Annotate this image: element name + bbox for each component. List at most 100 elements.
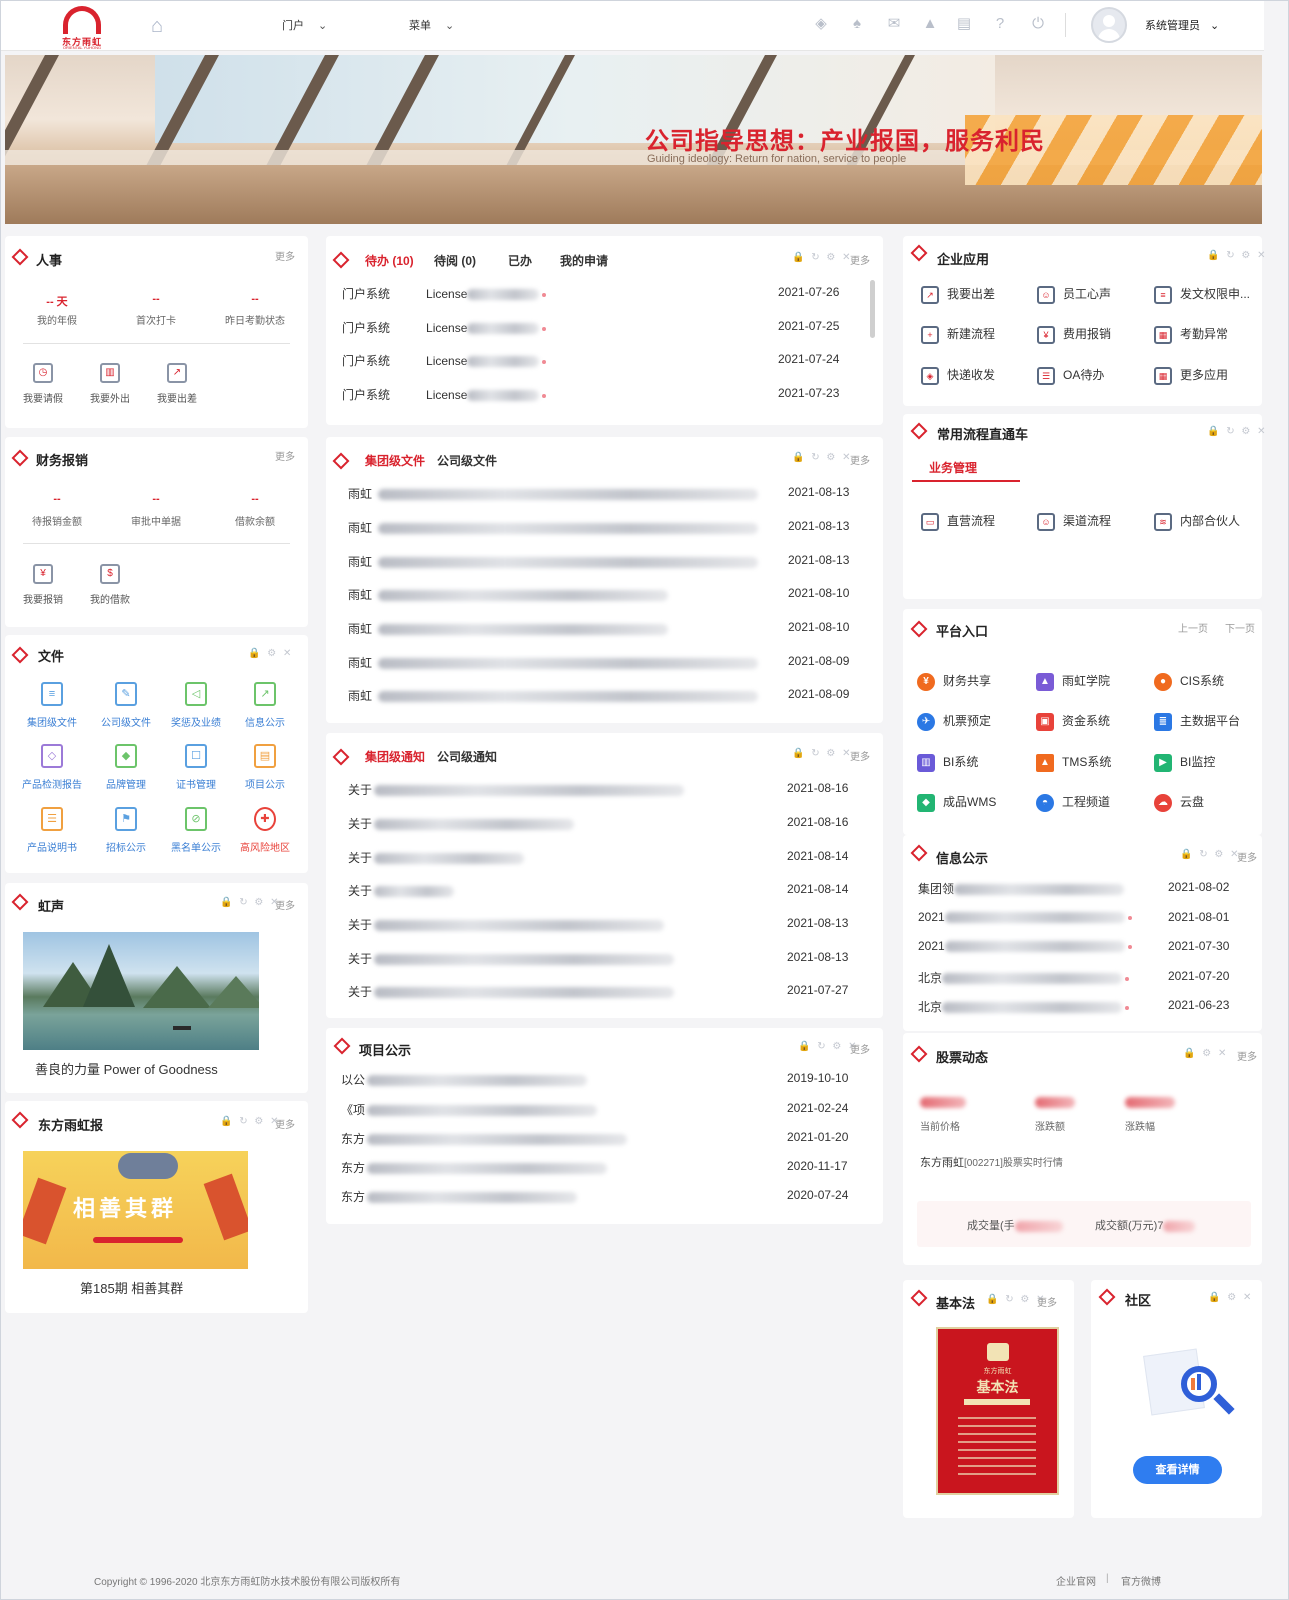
platform-engineering[interactable]: ◓ 工程频道 <box>1036 793 1110 812</box>
list-item[interactable]: 集团领 <box>918 880 1125 897</box>
file-info-public[interactable]: ↗ 信息公示 <box>234 682 296 729</box>
more-link[interactable]: 更多 <box>275 248 295 263</box>
list-item[interactable]: 雨虹 <box>348 553 759 570</box>
tab-business-management[interactable]: 业务管理 <box>929 459 977 476</box>
list-item[interactable]: 以公 <box>341 1071 588 1088</box>
more-link[interactable]: 更多 <box>850 748 870 763</box>
app-more[interactable]: ▦ 更多应用 <box>1154 366 1228 385</box>
footer-link-website[interactable]: 企业官网 <box>1056 1573 1096 1588</box>
more-link[interactable]: 更多 <box>275 897 295 912</box>
file-blacklist[interactable]: ⊘ 黑名单公示 <box>165 807 227 854</box>
my-loan-button[interactable]: $ 我的借款 <box>80 564 140 606</box>
hongsheng-caption[interactable]: 善良的力量 Power of Goodness <box>35 1059 218 1078</box>
tab-my-requests[interactable]: 我的申请 <box>560 252 608 269</box>
go-out-button[interactable]: ▥ 我要外出 <box>80 363 140 405</box>
doc-icon[interactable]: ▤ <box>955 15 973 33</box>
list-item[interactable]: 北京 <box>918 998 1130 1015</box>
shirt-icon[interactable]: ♠ <box>848 15 866 33</box>
app-employee-voice[interactable]: ☺ 员工心声 <box>1037 285 1111 304</box>
more-link[interactable]: 更多 <box>1237 849 1257 864</box>
platform-funds[interactable]: ▣ 资金系统 <box>1036 712 1110 731</box>
platform-bi[interactable]: ▥ BI系统 <box>917 753 978 772</box>
list-item[interactable]: 关于 <box>348 815 575 832</box>
list-item[interactable]: 《项 <box>341 1101 598 1118</box>
view-details-button[interactable]: 查看详情 <box>1133 1456 1222 1484</box>
list-item[interactable]: 2021 <box>918 939 1132 953</box>
hongsheng-image[interactable] <box>23 932 259 1050</box>
tab-group-notices[interactable]: 集团级通知 <box>365 748 425 765</box>
mail-icon[interactable]: ✉ <box>885 15 903 33</box>
platform-bi-monitor[interactable]: ▶ BI监控 <box>1154 753 1215 772</box>
file-brand[interactable]: ◆ 品牌管理 <box>95 744 157 791</box>
power-icon[interactable]: ⏻ <box>1029 15 1047 33</box>
list-item[interactable]: 雨虹 <box>348 654 759 671</box>
list-item[interactable]: 关于 <box>348 916 665 933</box>
list-item[interactable]: 关于 <box>348 849 525 866</box>
more-link[interactable]: 更多 <box>850 452 870 467</box>
tab-company-notices[interactable]: 公司级通知 <box>437 748 497 765</box>
next-page-button[interactable]: 下一页 <box>1225 620 1255 635</box>
more-link[interactable]: 更多 <box>850 1041 870 1056</box>
list-item[interactable]: 门户系统 License <box>342 285 547 302</box>
platform-master-data[interactable]: ≣ 主数据平台 <box>1154 712 1240 731</box>
app-new-flow[interactable]: + 新建流程 <box>921 325 995 344</box>
list-item[interactable]: 门户系统 License <box>342 386 547 403</box>
list-item[interactable]: 东方 <box>341 1159 608 1176</box>
file-manuals[interactable]: ☰ 产品说明书 <box>21 807 83 854</box>
help-icon[interactable]: ? <box>991 15 1009 33</box>
more-link[interactable]: 更多 <box>850 252 870 267</box>
list-item[interactable]: 雨虹 <box>348 687 759 704</box>
card-tools[interactable]: 🔒 ⚙ ✕ <box>1183 1048 1228 1059</box>
card-tools[interactable]: 🔒 ↻ ⚙ ✕ <box>220 1116 281 1127</box>
card-tools[interactable]: 🔒 ⚙ ✕ <box>248 648 293 659</box>
bell-icon[interactable]: ▲ <box>921 15 939 33</box>
app-oa-todo[interactable]: ☰ OA待办 <box>1037 366 1104 385</box>
app-express[interactable]: ◈ 快递收发 <box>921 366 995 385</box>
card-tools[interactable]: 🔒 ⚙ ✕ <box>1208 1292 1253 1303</box>
more-link[interactable]: 更多 <box>1037 1294 1057 1309</box>
newspaper-image[interactable]: 相善其群 <box>23 1151 248 1269</box>
user-menu[interactable]: 系统管理员 ⌄ <box>1145 17 1219 33</box>
more-link[interactable]: 更多 <box>275 1116 295 1131</box>
tab-to-read[interactable]: 待阅 (0) <box>434 252 476 269</box>
list-item[interactable]: 关于 <box>348 882 455 899</box>
app-expense[interactable]: ¥ 费用报销 <box>1037 325 1111 344</box>
file-rewards[interactable]: ◁ 奖惩及业绩 <box>165 682 227 729</box>
company-logo[interactable]: 东方雨虹 ORIENTAL YUHONG <box>59 6 105 50</box>
scrollbar[interactable] <box>870 280 875 338</box>
file-company-docs[interactable]: ✎ 公司级文件 <box>95 682 157 729</box>
list-item[interactable]: 关于 <box>348 983 675 1000</box>
business-trip-button[interactable]: ↗ 我要出差 <box>147 363 207 405</box>
card-tools[interactable]: 🔒 ↻ ⚙ ✕ <box>1207 250 1268 261</box>
card-tools[interactable]: 🔒 ↻ ⚙ ✕ <box>792 748 853 759</box>
list-item[interactable]: 东方 <box>341 1130 628 1147</box>
more-link[interactable]: 更多 <box>275 448 295 463</box>
file-high-risk[interactable]: ✚ 高风险地区 <box>234 807 296 854</box>
list-item[interactable]: 2021 <box>918 910 1132 924</box>
card-tools[interactable]: 🔒 ↻ ⚙ ✕ <box>792 252 853 263</box>
list-item[interactable]: 门户系统 License <box>342 319 547 336</box>
file-certificates[interactable]: ☐ 证书管理 <box>165 744 227 791</box>
nav-portal-menu[interactable]: 门户 ⌄ <box>282 17 327 33</box>
platform-wms[interactable]: ◆ 成品WMS <box>917 793 996 812</box>
list-item[interactable]: 关于 <box>348 950 675 967</box>
tab-todo[interactable]: 待办 (10) <box>365 252 414 269</box>
nav-menu-menu[interactable]: 菜单 ⌄ <box>409 17 454 33</box>
list-item[interactable]: 雨虹 <box>348 620 669 637</box>
file-projects[interactable]: ▤ 项目公示 <box>234 744 296 791</box>
file-group-docs[interactable]: ≡ 集团级文件 <box>21 682 83 729</box>
app-doc-permission[interactable]: ≡ 发文权限申... <box>1154 285 1250 304</box>
list-item[interactable]: 雨虹 <box>348 519 759 536</box>
file-test-reports[interactable]: ◇ 产品检测报告 <box>21 744 83 791</box>
list-item[interactable]: 雨虹 <box>348 586 669 603</box>
footer-link-weibo[interactable]: 官方微博 <box>1121 1573 1161 1588</box>
flow-partner[interactable]: ≋ 内部合伙人 <box>1154 512 1240 531</box>
app-attendance-exception[interactable]: ▦ 考勤异常 <box>1154 325 1228 344</box>
list-item[interactable]: 北京 <box>918 969 1130 986</box>
card-tools[interactable]: 🔒 ↻ ⚙ ✕ <box>1207 426 1268 437</box>
avatar[interactable] <box>1091 7 1127 43</box>
leave-request-button[interactable]: ◷ 我要请假 <box>13 363 73 405</box>
card-tools[interactable]: 🔒 ↻ ⚙ ✕ <box>1180 849 1241 860</box>
platform-tms[interactable]: ▲ TMS系统 <box>1036 753 1111 772</box>
newspaper-caption[interactable]: 第185期 相善其群 <box>80 1278 183 1297</box>
